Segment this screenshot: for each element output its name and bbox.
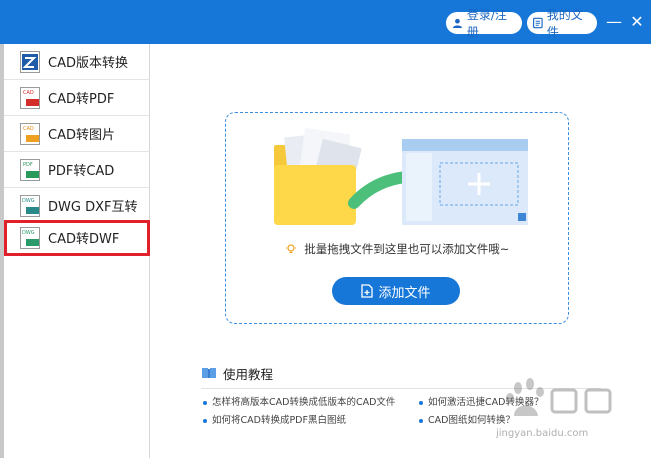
sidebar-item-cad-to-pdf[interactable]: CAD CAD转PDF (4, 80, 150, 116)
user-icon (452, 18, 462, 28)
title-bar: 登录/注册 我的文件 — ✕ (0, 0, 651, 44)
watermark: jingyan.baidu.com (470, 372, 650, 458)
sidebar-item-cad-to-dwf[interactable]: DWG CAD转DWF (4, 220, 150, 256)
tutorial-link[interactable]: 怎样将高版本CAD转换成低版本的CAD文件 (203, 394, 395, 408)
minimize-icon: — (606, 11, 622, 31)
login-label: 登录/注册 (466, 8, 507, 39)
drag-illustration (274, 128, 528, 225)
pdf-to-cad-icon: PDF (20, 158, 40, 181)
sidebar: CAD版本转换 CAD CAD转PDF CAD CAD转图片 PDF PDF转C… (0, 44, 150, 458)
drop-hint-text: 批量拖拽文件到这里也可以添加文件哦~ (304, 242, 510, 256)
baidu-logo-icon (506, 378, 612, 416)
add-file-icon (361, 284, 374, 298)
file-drop-zone[interactable]: 批量拖拽文件到这里也可以添加文件哦~ 添加文件 (225, 112, 569, 324)
add-file-label: 添加文件 (378, 285, 431, 301)
sidebar-item-cad-version[interactable]: CAD版本转换 (4, 44, 150, 80)
document-icon (533, 17, 543, 29)
sidebar-item-label: DWG DXF互转 (48, 200, 138, 215)
tutorial-link[interactable]: 如何将CAD转换成PDF黑白图纸 (203, 412, 346, 426)
lightbulb-icon (285, 244, 296, 254)
folder-icon (274, 128, 362, 225)
cad-version-icon (20, 50, 40, 73)
tutorial-title: 使用教程 (223, 366, 274, 382)
sidebar-item-label: CAD转DWF (48, 232, 120, 247)
my-files-button[interactable]: 我的文件 (527, 8, 597, 39)
drop-hint: 批量拖拽文件到这里也可以添加文件哦~ (226, 241, 568, 257)
sidebar-item-pdf-to-cad[interactable]: PDF PDF转CAD (4, 152, 150, 188)
cad-to-dwf-icon: DWG (20, 226, 40, 249)
watermark-text: jingyan.baidu.com (496, 428, 589, 439)
sidebar-item-label: PDF转CAD (48, 164, 115, 179)
my-files-label: 我的文件 (546, 8, 583, 39)
add-file-button[interactable]: 添加文件 (332, 277, 460, 305)
sidebar-item-cad-to-image[interactable]: CAD CAD转图片 (4, 116, 150, 152)
minimize-button[interactable]: — (603, 10, 625, 32)
window-icon (402, 139, 528, 225)
close-button[interactable]: ✕ (626, 10, 648, 32)
sidebar-item-label: CAD转PDF (48, 92, 115, 107)
sidebar-item-label: CAD版本转换 (48, 56, 128, 71)
login-button[interactable]: 登录/注册 (446, 8, 522, 39)
cad-to-pdf-icon: CAD (20, 86, 40, 109)
book-icon (202, 368, 216, 378)
cad-to-image-icon: CAD (20, 122, 40, 145)
dwg-dxf-icon: DWG (20, 194, 40, 217)
close-icon: ✕ (630, 11, 644, 31)
sidebar-item-label: CAD转图片 (48, 128, 115, 143)
sidebar-item-dwg-dxf[interactable]: DWG DWG DXF互转 (4, 188, 150, 224)
